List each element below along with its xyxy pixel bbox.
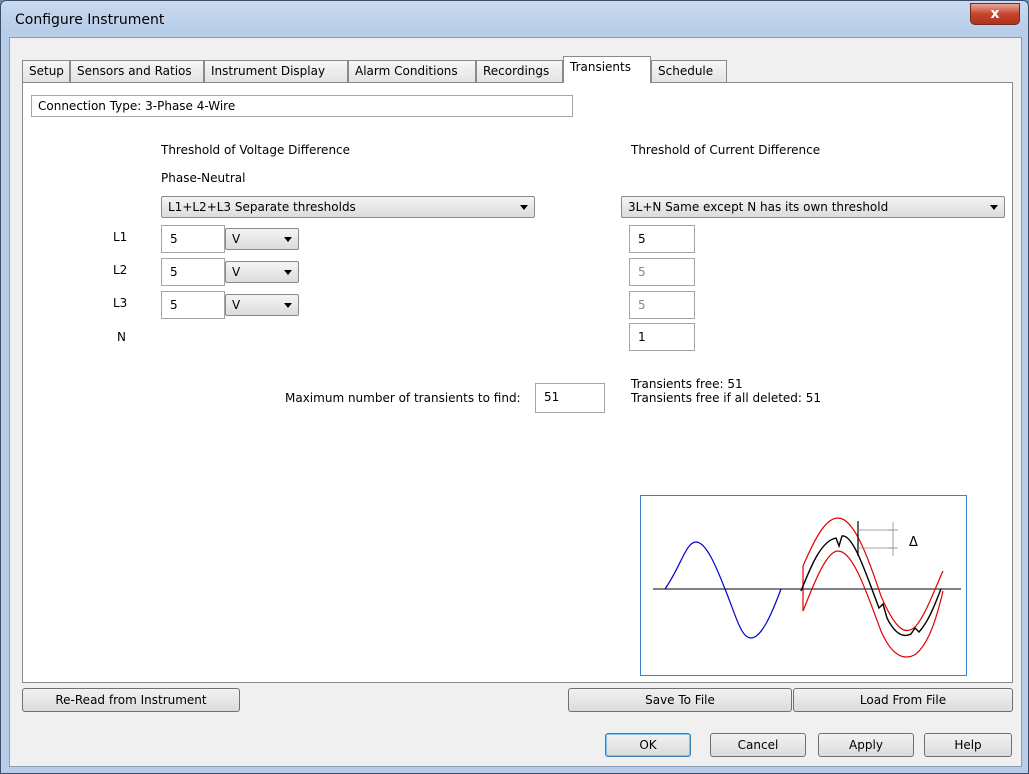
row-label-l1: L1 — [113, 230, 128, 244]
l2-voltage-input[interactable]: 5 — [161, 258, 225, 286]
tab-transients[interactable]: Transients — [563, 56, 651, 83]
chevron-down-icon — [990, 205, 998, 210]
tab-schedule[interactable]: Schedule — [651, 60, 727, 82]
l1-voltage-input[interactable]: 5 — [161, 225, 225, 253]
upper-envelope — [802, 517, 944, 632]
chevron-down-icon — [284, 303, 292, 308]
transients-free-deleted-text: Transients free if all deleted: 51 — [631, 391, 822, 405]
transient-diagram: Δ — [640, 495, 967, 676]
reread-from-instrument-button[interactable]: Re-Read from Instrument — [22, 688, 240, 712]
current-mode-value: 3L+N Same except N has its own threshold — [628, 200, 889, 214]
apply-button[interactable]: Apply — [818, 733, 914, 757]
l3-unit-value: V — [232, 298, 241, 312]
title-bar[interactable]: Configure Instrument x — [1, 1, 1028, 37]
voltage-mode-select[interactable]: L1+L2+L3 Separate thresholds — [161, 196, 535, 218]
help-button[interactable]: Help — [924, 733, 1012, 757]
window-title: Configure Instrument — [15, 12, 165, 28]
max-transients-input[interactable]: 51 — [535, 383, 605, 413]
tab-recordings[interactable]: Recordings — [476, 60, 563, 82]
l3-voltage-input[interactable]: 5 — [161, 291, 225, 319]
transients-free-text: Transients free: 51 — [631, 377, 743, 391]
dialog-client-area: Setup Sensors and Ratios Instrument Disp… — [9, 37, 1022, 767]
configure-instrument-window: Configure Instrument x Setup Sensors and… — [0, 0, 1029, 774]
tab-setup[interactable]: Setup — [22, 60, 70, 82]
load-from-file-button[interactable]: Load From File — [793, 688, 1013, 712]
cancel-button[interactable]: Cancel — [710, 733, 806, 757]
connection-type-field: Connection Type: 3-Phase 4-Wire — [31, 95, 573, 117]
signal-curve — [664, 541, 782, 639]
l3-current-input: 5 — [629, 291, 695, 319]
delta-symbol: Δ — [909, 535, 918, 550]
ok-button[interactable]: OK — [605, 733, 691, 757]
l1-unit-value: V — [232, 232, 241, 246]
l2-current-input: 5 — [629, 258, 695, 286]
tab-sensors-and-ratios[interactable]: Sensors and Ratios — [70, 60, 204, 82]
voltage-mode-value: L1+L2+L3 Separate thresholds — [168, 200, 356, 214]
chevron-down-icon — [284, 237, 292, 242]
close-icon: x — [990, 6, 1000, 22]
lower-envelope — [802, 550, 944, 658]
row-label-n: N — [117, 330, 126, 344]
chevron-down-icon — [284, 270, 292, 275]
current-threshold-title: Threshold of Current Difference — [631, 143, 821, 157]
tab-instrument-display[interactable]: Instrument Display — [204, 60, 348, 82]
save-to-file-button[interactable]: Save To File — [568, 688, 792, 712]
row-label-l3: L3 — [113, 296, 128, 310]
transient-diagram-svg: Δ — [653, 517, 961, 658]
max-transients-label: Maximum number of transients to find: — [285, 391, 521, 405]
l1-unit-select[interactable]: V — [225, 228, 299, 250]
l2-unit-value: V — [232, 265, 241, 279]
transients-panel: Connection Type: 3-Phase 4-Wire Threshol… — [22, 82, 1013, 683]
tab-alarm-conditions[interactable]: Alarm Conditions — [348, 60, 476, 82]
chevron-down-icon — [520, 205, 528, 210]
l2-unit-select[interactable]: V — [225, 261, 299, 283]
row-label-l2: L2 — [113, 263, 128, 277]
voltage-subtitle: Phase-Neutral — [161, 171, 246, 185]
l1-current-input[interactable]: 5 — [629, 225, 695, 253]
l3-unit-select[interactable]: V — [225, 294, 299, 316]
n-current-input[interactable]: 1 — [629, 323, 695, 351]
close-button[interactable]: x — [970, 3, 1020, 25]
voltage-threshold-title: Threshold of Voltage Difference — [161, 143, 351, 157]
current-mode-select[interactable]: 3L+N Same except N has its own threshold — [621, 196, 1005, 218]
